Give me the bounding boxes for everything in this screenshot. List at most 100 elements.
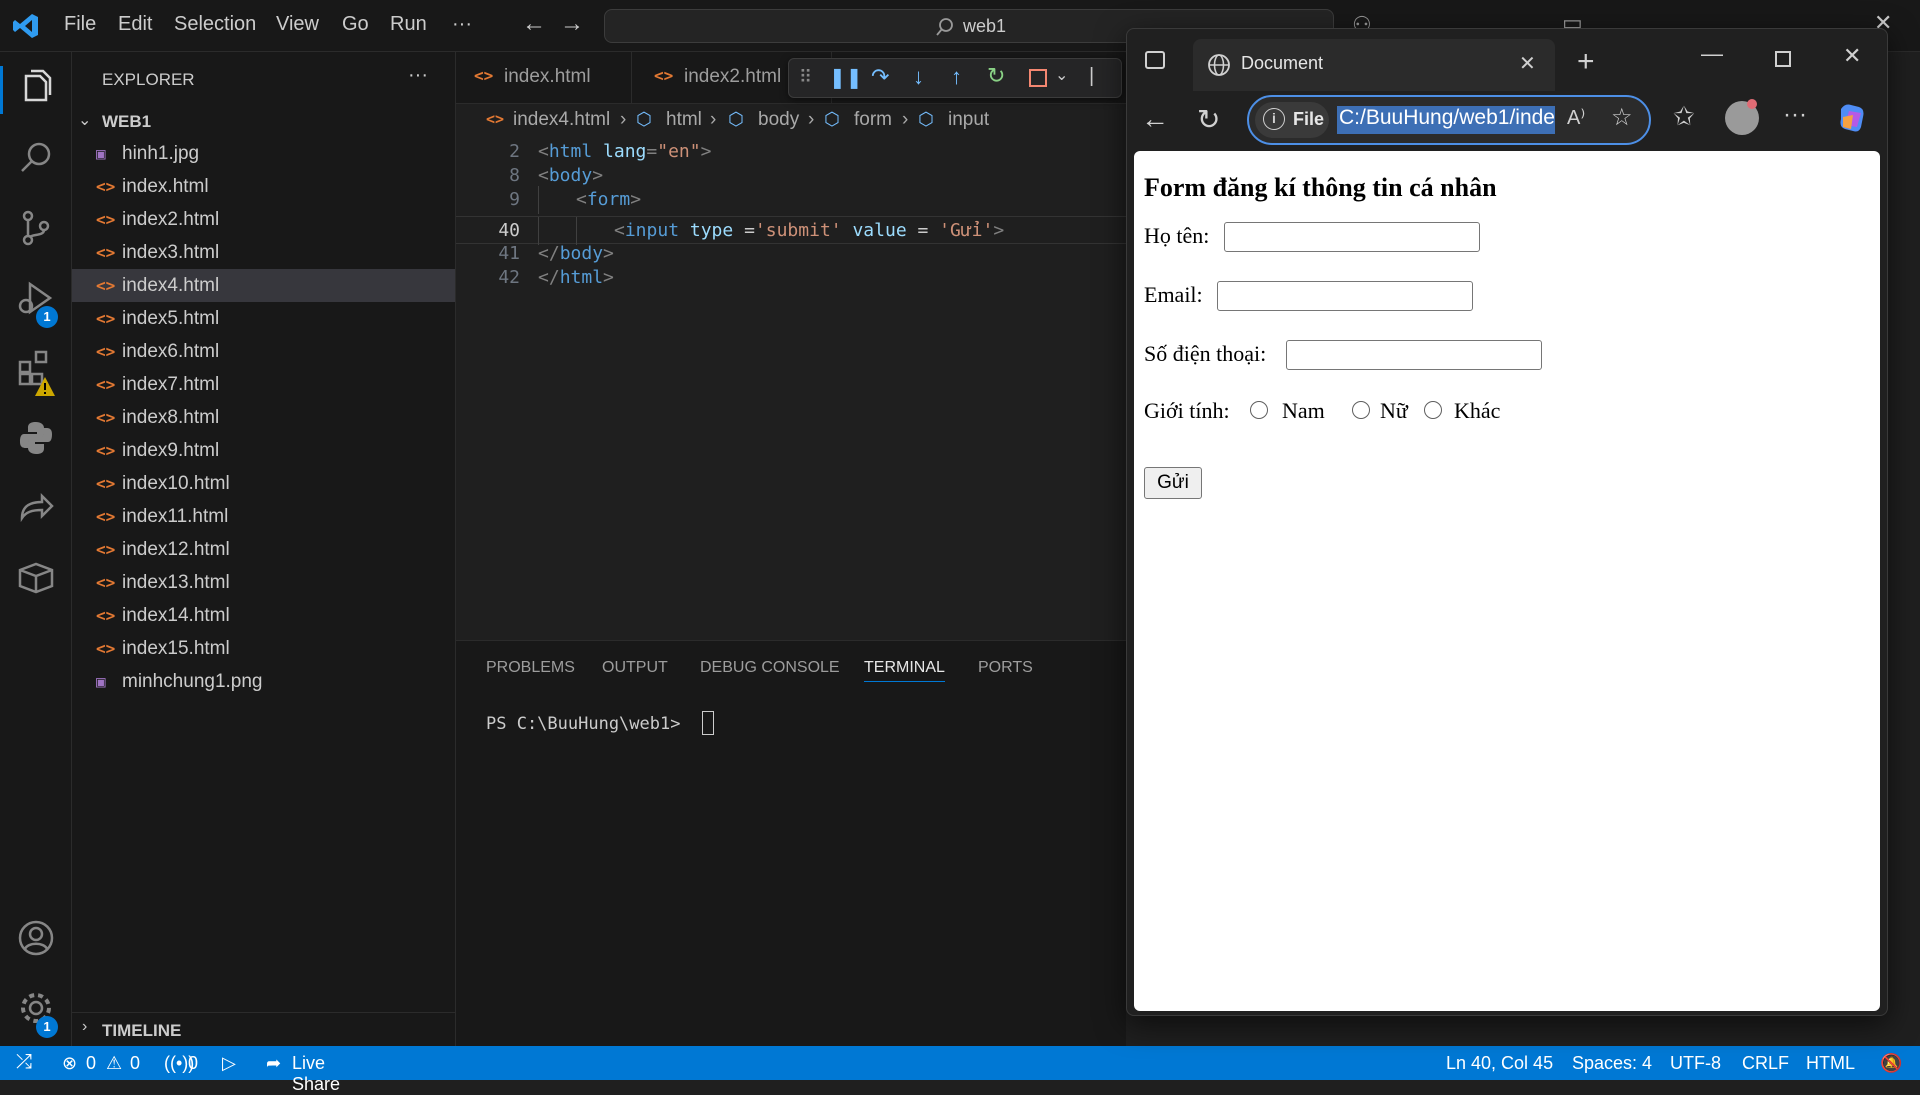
pause-icon[interactable]: ❚❚ <box>829 65 863 90</box>
tab-close-icon[interactable]: ✕ <box>1519 51 1536 76</box>
live-share-status[interactable]: ➦ Live Share <box>266 1046 376 1094</box>
file-item[interactable]: <> index4.html <box>72 269 455 302</box>
code-line[interactable]: 42 </html> <box>456 264 1126 292</box>
code-line[interactable]: 9 <form> <box>456 186 1126 214</box>
file-item[interactable]: <> index13.html <box>72 566 455 599</box>
remote-indicator-icon[interactable]: ⤮ <box>16 1051 32 1074</box>
file-item[interactable]: <> index11.html <box>72 500 455 533</box>
language-mode[interactable]: HTML <box>1806 1053 1855 1074</box>
menu-file[interactable]: File <box>64 13 96 36</box>
browser-back-icon[interactable]: ← <box>1141 103 1169 135</box>
breadcrumb-input[interactable]: input <box>948 109 989 131</box>
notifications-bell-icon[interactable]: 🔕 <box>1880 1053 1902 1074</box>
source-control-icon[interactable] <box>16 208 56 248</box>
html-file-icon: <> <box>474 66 494 85</box>
menu-view[interactable]: View <box>276 13 319 36</box>
code-token: = <box>646 141 658 162</box>
code-token: lang <box>603 141 647 162</box>
tab-problems[interactable]: PROBLEMS <box>486 659 575 677</box>
file-item[interactable]: <> index7.html <box>72 368 455 401</box>
site-info-chip[interactable]: i File <box>1255 102 1329 138</box>
tab-ports[interactable]: PORTS <box>978 659 1033 677</box>
chevron-down-icon[interactable]: ⌄ <box>1055 65 1068 85</box>
phone-input[interactable] <box>1286 340 1542 370</box>
encoding[interactable]: UTF-8 <box>1670 1053 1721 1074</box>
step-over-icon[interactable]: ↷ <box>871 64 889 90</box>
profile-avatar[interactable] <box>1725 99 1759 135</box>
remote-explorer-icon[interactable] <box>16 558 56 598</box>
explorer-more-button[interactable]: ··· <box>408 64 428 87</box>
file-item[interactable]: <> index6.html <box>72 335 455 368</box>
terminal-prompt: PS C:\BuuHung\web1> <box>486 714 681 734</box>
menu-go[interactable]: Go <box>342 13 369 36</box>
run-debug-status-icon[interactable]: ▷ <box>222 1053 236 1074</box>
file-item[interactable]: <> index8.html <box>72 401 455 434</box>
browser-more-icon[interactable]: ··· <box>1783 101 1807 129</box>
file-item[interactable]: <> index12.html <box>72 533 455 566</box>
file-item[interactable]: <> index.html <box>72 170 455 203</box>
explorer-icon[interactable] <box>16 68 56 108</box>
step-out-icon[interactable]: ↑ <box>951 64 962 90</box>
file-item[interactable]: <> index9.html <box>72 434 455 467</box>
window-close-icon[interactable]: ✕ <box>1843 43 1861 69</box>
address-bar[interactable]: i File C:/BuuHung/web1/inde A⁾ ☆ <box>1247 95 1651 145</box>
file-item[interactable]: <> index10.html <box>72 467 455 500</box>
name-input[interactable] <box>1224 222 1480 252</box>
python-icon[interactable] <box>16 418 56 458</box>
code-area[interactable]: 2 <html lang="en"> 8 <body> 9 <form> 40 <input … <box>456 138 1126 638</box>
folder-web1[interactable]: ⌄ WEB1 <box>72 108 455 136</box>
browser-tab-document[interactable]: Document ✕ <box>1193 39 1555 91</box>
file-item[interactable]: ▣ minhchung1.png <box>72 665 455 698</box>
minimize-icon[interactable]: — <box>1701 41 1723 67</box>
step-into-icon[interactable]: ↓ <box>913 64 924 90</box>
back-arrow-icon[interactable]: ← <box>522 10 546 38</box>
url-text[interactable]: C:/BuuHung/web1/inde <box>1337 106 1555 134</box>
tab-debug-console[interactable]: DEBUG CONSOLE <box>700 659 840 677</box>
account-icon[interactable] <box>16 918 56 958</box>
search-icon[interactable] <box>16 138 56 178</box>
name-label: Họ tên: <box>1144 223 1210 248</box>
menu-more[interactable]: ··· <box>452 13 472 36</box>
tab-terminal[interactable]: TERMINAL <box>864 659 945 682</box>
drag-handle-icon[interactable]: ⠿ <box>799 67 812 88</box>
file-item[interactable]: <> index3.html <box>72 236 455 269</box>
file-item[interactable]: <> index2.html <box>72 203 455 236</box>
phone-label: Số điện thoại: <box>1144 341 1267 366</box>
submit-button[interactable]: Gửi <box>1144 467 1202 499</box>
timeline-section[interactable]: › TIMELINE <box>72 1012 455 1046</box>
radio-nu[interactable] <box>1352 401 1370 419</box>
menu-selection[interactable]: Selection <box>174 13 256 36</box>
tab-index-html[interactable]: <> index.html <box>456 52 632 104</box>
forward-arrow-icon[interactable]: → <box>560 10 584 38</box>
breadcrumb-html[interactable]: html <box>666 109 702 131</box>
file-item[interactable]: <> index14.html <box>72 599 455 632</box>
live-share-icon[interactable] <box>16 488 56 528</box>
restart-icon[interactable]: ↻ <box>987 63 1005 89</box>
new-tab-icon[interactable]: + <box>1577 45 1595 79</box>
read-aloud-icon[interactable]: A⁾ <box>1567 105 1585 130</box>
maximize-icon[interactable] <box>1775 51 1791 67</box>
breadcrumb-form[interactable]: form <box>854 109 892 131</box>
cursor-position[interactable]: Ln 40, Col 45 <box>1446 1053 1553 1074</box>
line-ending[interactable]: CRLF <box>1742 1053 1789 1074</box>
radio-nam[interactable] <box>1250 401 1268 419</box>
favorites-icon[interactable]: ✩ <box>1673 101 1695 132</box>
file-item[interactable]: <> index15.html <box>72 632 455 665</box>
file-item[interactable]: <> index5.html <box>72 302 455 335</box>
tab-actions-icon[interactable] <box>1145 51 1165 69</box>
breadcrumb-file[interactable]: index4.html <box>513 109 610 131</box>
tab-output[interactable]: OUTPUT <box>602 659 668 677</box>
email-input[interactable] <box>1217 281 1473 311</box>
indentation[interactable]: Spaces: 4 <box>1572 1053 1652 1074</box>
reload-icon[interactable]: ↻ <box>1197 103 1220 136</box>
menu-edit[interactable]: Edit <box>118 13 152 36</box>
favorite-star-icon[interactable]: ☆ <box>1611 103 1633 132</box>
stop-icon[interactable] <box>1029 69 1047 87</box>
breadcrumb-body[interactable]: body <box>758 109 799 131</box>
ports-status[interactable]: ((•)) 0 <box>164 1046 204 1080</box>
file-item[interactable]: ▣ hinh1.jpg <box>72 137 455 170</box>
radio-khac[interactable] <box>1424 401 1442 419</box>
copilot-icon[interactable] <box>1835 101 1869 135</box>
problems-status[interactable]: ⊗ 0 ⚠ 0 <box>62 1046 146 1080</box>
menu-run[interactable]: Run <box>390 13 427 36</box>
